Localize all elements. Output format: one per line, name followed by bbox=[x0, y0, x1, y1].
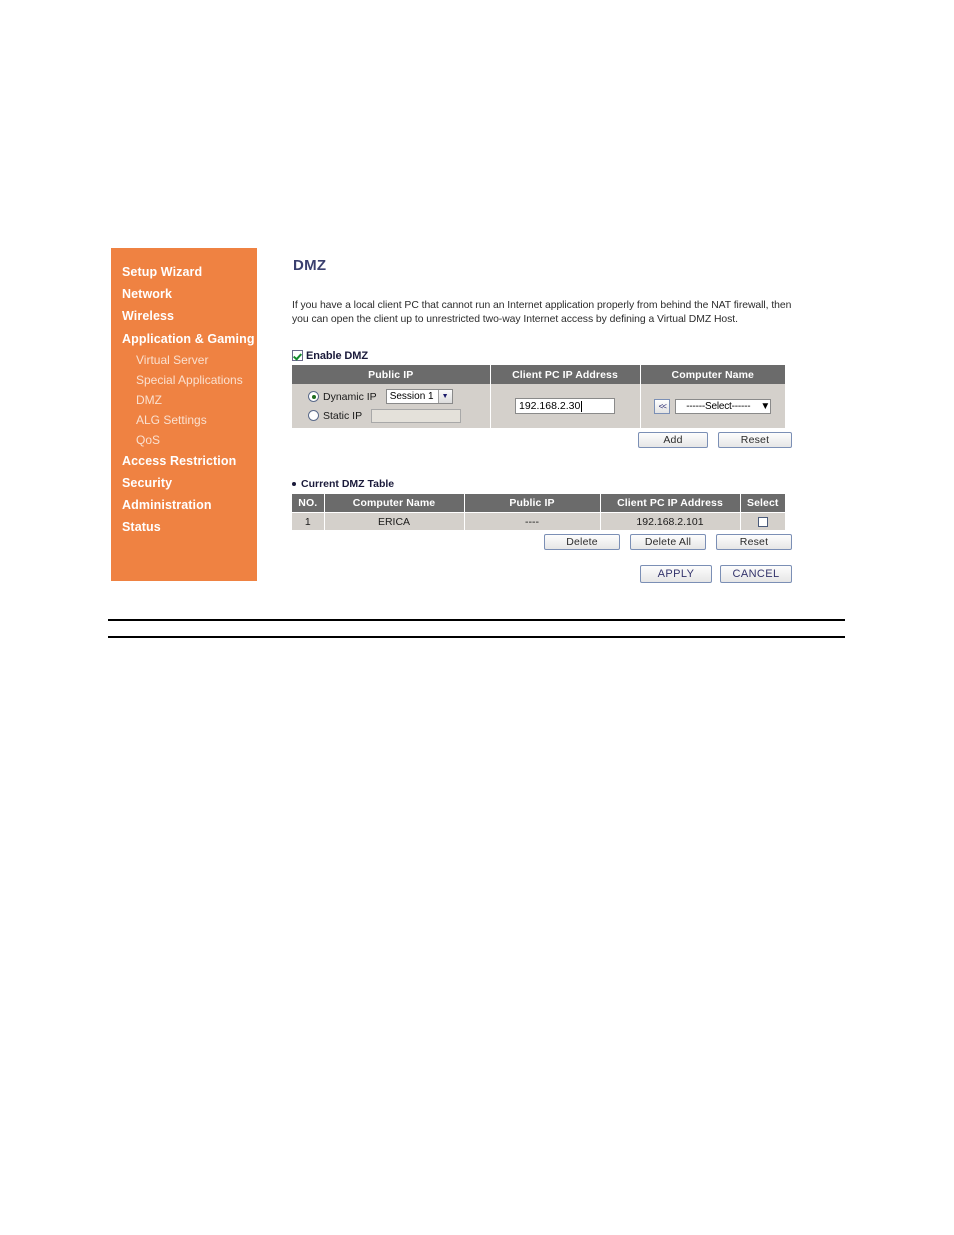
sidebar-item-label: QoS bbox=[136, 432, 161, 447]
sidebar-item-label: Special Applications bbox=[136, 372, 243, 387]
sidebar-item-status[interactable]: Status bbox=[111, 516, 257, 538]
cell-client-pc-ip: 192.168.2.101 bbox=[600, 512, 741, 530]
static-ip-line: Static IP bbox=[292, 406, 490, 425]
sidebar-item-security[interactable]: Security bbox=[111, 472, 257, 494]
public-ip-cell: Dynamic IP Session 1 ▼ Static IP bbox=[292, 384, 491, 428]
sidebar-item-label: Application & Gaming bbox=[122, 331, 255, 346]
dynamic-ip-label: Dynamic IP bbox=[323, 390, 377, 403]
form-header-client-pc-ip: Client PC IP Address bbox=[490, 365, 641, 384]
delete-all-button[interactable]: Delete All bbox=[630, 534, 706, 550]
page-divider-bottom bbox=[108, 636, 845, 638]
sidebar-item-network[interactable]: Network bbox=[111, 283, 257, 305]
form-header-row: Public IP Client PC IP Address Computer … bbox=[292, 365, 785, 384]
page-title: DMZ bbox=[293, 257, 327, 274]
cancel-button[interactable]: CANCEL bbox=[720, 565, 792, 583]
current-dmz-table-caption-label: Current DMZ Table bbox=[301, 478, 395, 490]
dynamic-ip-radio[interactable] bbox=[308, 391, 319, 402]
add-button[interactable]: Add bbox=[638, 432, 708, 448]
sidebar-item-label: Access Restriction bbox=[122, 453, 237, 468]
cell-computer-name: ERICA bbox=[324, 512, 465, 530]
column-header-no: NO. bbox=[292, 494, 325, 513]
enable-dmz-checkbox[interactable] bbox=[292, 350, 303, 361]
client-pc-ip-cell: 192.168.2.30 bbox=[490, 384, 641, 428]
computer-name-controls: << ------Select------ ▼ bbox=[641, 398, 786, 414]
sidebar-item-label: Wireless bbox=[122, 309, 175, 324]
sidebar-item-virtual-server[interactable]: Virtual Server bbox=[111, 350, 257, 370]
computer-name-select-value: ------Select------ bbox=[686, 400, 751, 412]
sidebar-item-access-restriction[interactable]: Access Restriction bbox=[111, 450, 257, 472]
delete-button[interactable]: Delete bbox=[544, 534, 620, 550]
copy-computer-name-button[interactable]: << bbox=[654, 398, 671, 414]
form-input-row: Dynamic IP Session 1 ▼ Static IP 192.168… bbox=[292, 384, 785, 428]
form-header-computer-name: Computer Name bbox=[640, 365, 785, 384]
static-ip-label: Static IP bbox=[323, 409, 363, 422]
enable-dmz-row: Enable DMZ bbox=[292, 349, 792, 362]
sidebar-item-label: Virtual Server bbox=[136, 352, 209, 367]
current-dmz-table: NO. Computer Name Public IP Client PC IP… bbox=[292, 494, 785, 530]
text-caret bbox=[581, 400, 583, 412]
sidebar-item-label: DMZ bbox=[136, 392, 162, 407]
bullet-icon bbox=[292, 482, 296, 486]
static-ip-radio[interactable] bbox=[308, 410, 319, 421]
client-pc-ip-value: 192.168.2.30 bbox=[519, 400, 581, 412]
sidebar-item-application-and-gaming[interactable]: Application & Gaming bbox=[111, 328, 257, 350]
row-select-checkbox[interactable] bbox=[757, 516, 768, 527]
current-dmz-table-caption: Current DMZ Table bbox=[292, 478, 792, 490]
cell-public-ip: ---- bbox=[464, 512, 601, 530]
table-reset-button[interactable]: Reset bbox=[716, 534, 792, 550]
page-divider-top bbox=[108, 619, 845, 621]
form-header-public-ip: Public IP bbox=[292, 365, 491, 384]
sidebar-item-label: Setup Wizard bbox=[122, 265, 203, 279]
session-select[interactable]: Session 1 ▼ bbox=[385, 389, 453, 404]
enable-dmz-label: Enable DMZ bbox=[306, 349, 368, 362]
sidebar-navigation: Setup Wizard Network Wireless Applicatio… bbox=[111, 248, 257, 581]
table-row: 1 ERICA ---- 192.168.2.101 bbox=[292, 512, 785, 530]
column-header-client-pc-ip: Client PC IP Address bbox=[600, 494, 741, 513]
page-description: If you have a local client PC that canno… bbox=[292, 300, 792, 325]
dynamic-ip-line: Dynamic IP Session 1 ▼ bbox=[292, 387, 490, 406]
chevron-down-icon: ▼ bbox=[437, 390, 452, 403]
computer-name-select[interactable]: ------Select------ ▼ bbox=[675, 398, 772, 414]
sidebar-item-label: ALG Settings bbox=[136, 412, 207, 427]
client-pc-ip-input[interactable]: 192.168.2.30 bbox=[515, 398, 615, 414]
dmz-entry-form-table: Public IP Client PC IP Address Computer … bbox=[292, 365, 785, 428]
table-button-row: Delete Delete All Reset bbox=[292, 534, 792, 550]
sidebar-item-special-applications[interactable]: Special Applications bbox=[111, 370, 257, 390]
chevron-down-icon: ▼ bbox=[760, 400, 771, 412]
sidebar-item-qos[interactable]: QoS bbox=[111, 430, 257, 450]
main-content: DMZ If you have a local client PC that c… bbox=[292, 250, 792, 583]
sidebar-item-alg-settings[interactable]: ALG Settings bbox=[111, 410, 257, 430]
column-header-computer-name: Computer Name bbox=[324, 494, 465, 513]
sidebar-item-label: Status bbox=[122, 520, 161, 535]
cell-no: 1 bbox=[292, 512, 325, 530]
apply-button[interactable]: APPLY bbox=[640, 565, 712, 583]
session-select-value: Session 1 bbox=[389, 391, 434, 402]
column-header-select: Select bbox=[740, 494, 785, 513]
sidebar-item-label: Network bbox=[122, 287, 173, 302]
sidebar-item-label: Security bbox=[122, 476, 173, 491]
footer-button-row: APPLY CANCEL bbox=[292, 565, 792, 583]
table-header-row: NO. Computer Name Public IP Client PC IP… bbox=[292, 494, 785, 513]
sidebar-item-wireless[interactable]: Wireless bbox=[111, 305, 257, 327]
form-button-row: Add Reset bbox=[292, 432, 792, 448]
sidebar-item-dmz[interactable]: DMZ bbox=[111, 390, 257, 410]
sidebar-item-setup-wizard[interactable]: Setup Wizard bbox=[111, 261, 257, 283]
computer-name-cell: << ------Select------ ▼ bbox=[640, 384, 785, 428]
sidebar-item-administration[interactable]: Administration bbox=[111, 494, 257, 516]
static-ip-input[interactable] bbox=[371, 408, 462, 423]
form-reset-button[interactable]: Reset bbox=[718, 432, 792, 448]
cell-select bbox=[740, 512, 785, 530]
sidebar-item-label: Administration bbox=[122, 498, 212, 513]
column-header-public-ip: Public IP bbox=[464, 494, 601, 513]
